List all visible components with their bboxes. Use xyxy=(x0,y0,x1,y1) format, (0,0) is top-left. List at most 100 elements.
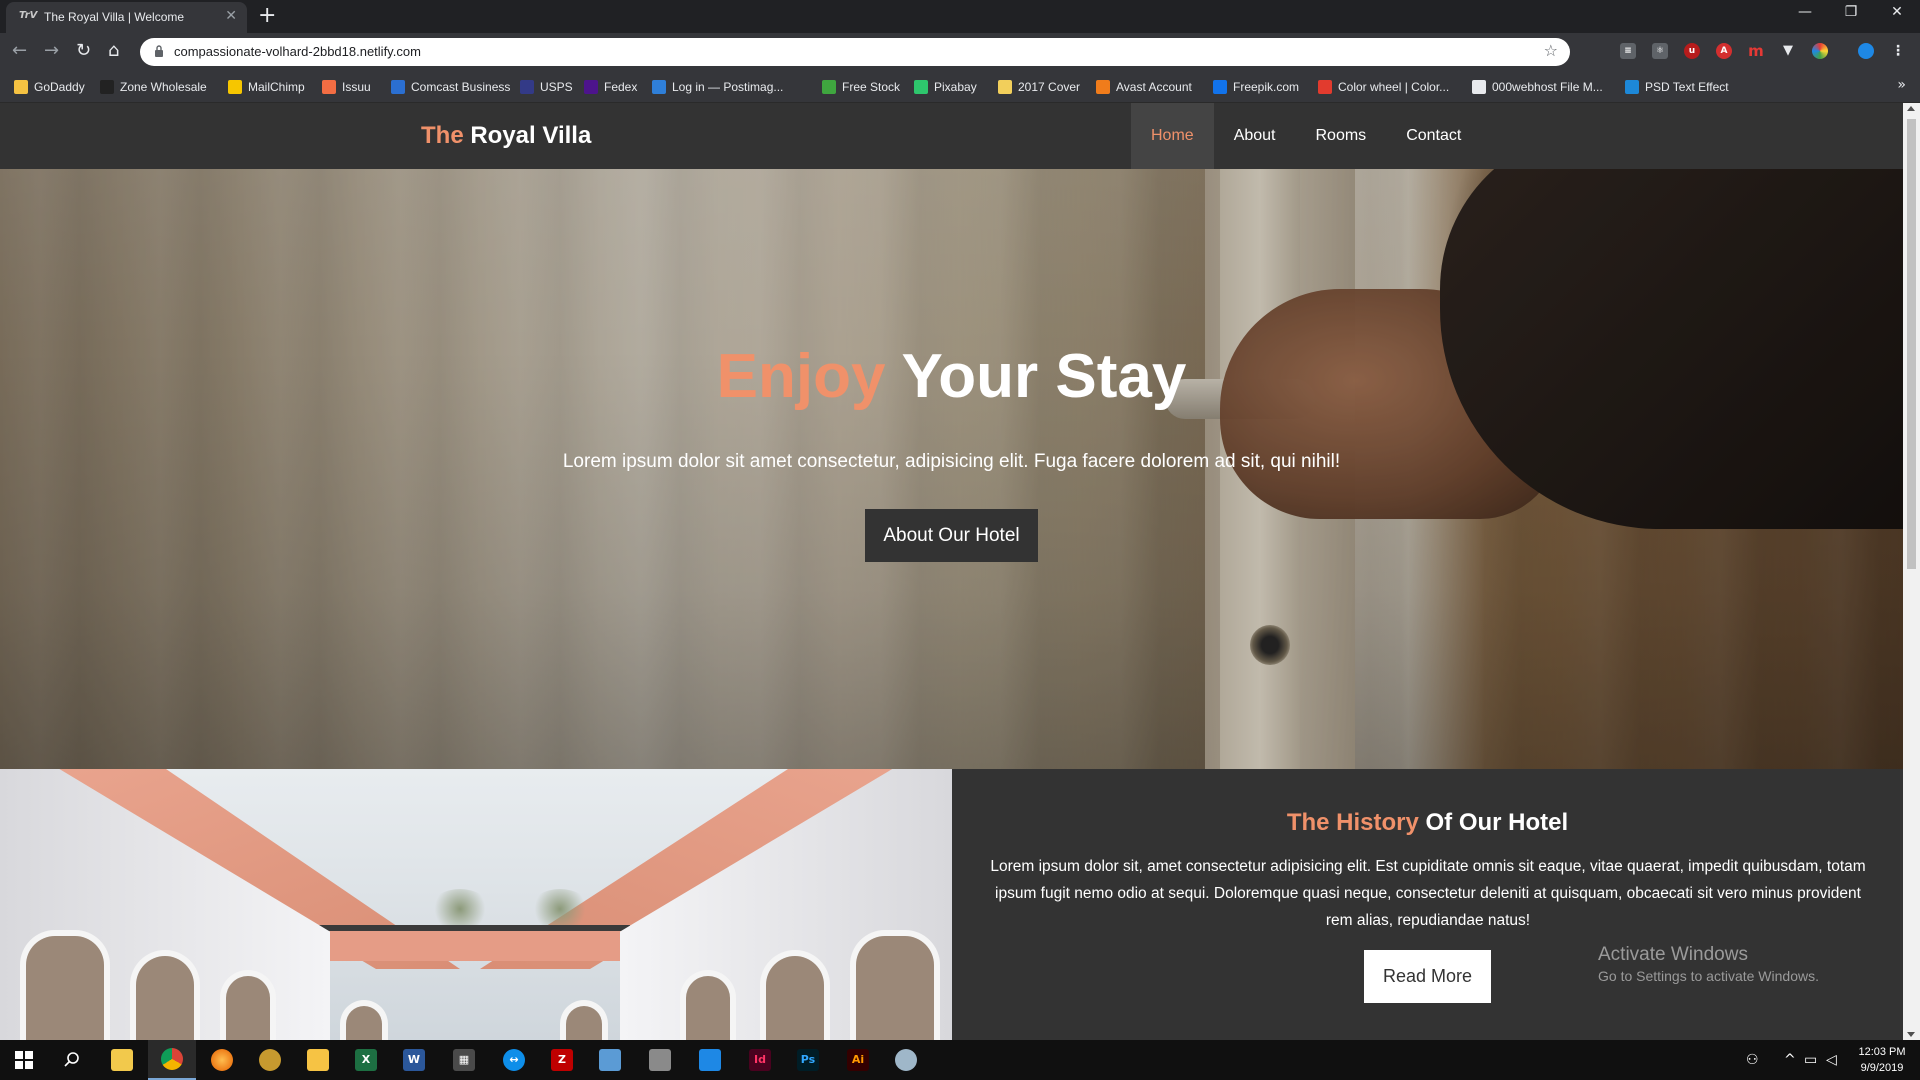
bookmark-label: Zone Wholesale xyxy=(120,80,207,94)
site-brand[interactable]: The Royal Villa xyxy=(421,122,591,150)
comcast-icon xyxy=(391,80,405,94)
hero-section: Enjoy Your Stay Lorem ipsum dolor sit am… xyxy=(0,169,1903,769)
extension-m-icon[interactable]: m xyxy=(1748,43,1764,59)
nav-link-home[interactable]: Home xyxy=(1131,103,1214,169)
bookmark-item[interactable]: Free Stock xyxy=(822,79,900,95)
search-icon[interactable] xyxy=(48,1040,96,1080)
tray-people-icon[interactable]: ⚇ xyxy=(1746,1040,1759,1080)
back-icon[interactable]: ← xyxy=(12,41,27,61)
nav-link-rooms[interactable]: Rooms xyxy=(1296,103,1387,169)
bookmark-label: MailChimp xyxy=(248,80,305,94)
bookmark-item[interactable]: Comcast Business xyxy=(391,79,510,95)
system-clock[interactable]: 12:03 PM 9/9/2019 xyxy=(1850,1044,1914,1076)
profile-avatar-icon[interactable] xyxy=(1858,43,1874,59)
activate-subtitle: Go to Settings to activate Windows. xyxy=(1598,968,1819,984)
issuu-icon xyxy=(322,80,336,94)
history-title-accent: The History xyxy=(1286,809,1419,836)
bookmark-item[interactable]: Color wheel | Color... xyxy=(1318,79,1449,95)
bookmark-item[interactable]: Pixabay xyxy=(914,79,977,95)
menu-kebab-icon[interactable]: ⋮ xyxy=(1890,43,1906,59)
new-tab-icon[interactable]: + xyxy=(258,4,276,28)
forward-icon[interactable]: → xyxy=(44,41,59,61)
nav-link-about[interactable]: About xyxy=(1214,103,1296,169)
scroll-up-icon[interactable] xyxy=(1907,106,1915,111)
bookmark-item[interactable]: Issuu xyxy=(322,79,371,95)
word-icon[interactable]: W xyxy=(390,1040,438,1080)
app-pen-icon[interactable] xyxy=(636,1040,684,1080)
extension-notes-icon[interactable]: ≡ xyxy=(1620,43,1636,59)
app-icon[interactable] xyxy=(246,1040,294,1080)
mailchimp-icon xyxy=(228,80,242,94)
godaddy-icon xyxy=(14,80,28,94)
courtyard-palm xyxy=(430,889,490,929)
tab-close-icon[interactable]: ✕ xyxy=(225,8,237,24)
bookmark-item[interactable]: GoDaddy xyxy=(14,79,85,95)
bookmark-item[interactable]: 2017 Cover xyxy=(998,79,1080,95)
lock-icon xyxy=(155,45,163,57)
nav-link-contact[interactable]: Contact xyxy=(1386,103,1481,169)
photoshop-icon[interactable]: Ps xyxy=(784,1040,832,1080)
bookmark-item[interactable]: USPS xyxy=(520,79,573,95)
adblock-plus-icon[interactable]: A xyxy=(1716,43,1732,59)
close-window-icon[interactable]: ✕ xyxy=(1874,4,1920,20)
bookmark-label: Freepik.com xyxy=(1233,80,1300,94)
courtyard-arch xyxy=(760,950,830,1040)
bookmark-item[interactable]: 000webhost File M... xyxy=(1472,79,1603,95)
bookmark-label: 2017 Cover xyxy=(1018,80,1081,94)
read-more-button[interactable]: Read More xyxy=(1364,950,1491,1003)
home-icon[interactable]: ⌂ xyxy=(108,41,119,61)
pixabay-icon xyxy=(914,80,928,94)
start-button[interactable] xyxy=(0,1040,48,1080)
bookmark-item[interactable]: Freepik.com xyxy=(1213,79,1299,95)
address-bar[interactable]: compassionate-volhard-2bbd18.netlify.com… xyxy=(140,38,1570,66)
more-bookmarks-icon[interactable]: » xyxy=(1897,77,1906,93)
volume-icon[interactable]: ◁ xyxy=(1826,1040,1837,1080)
courtyard-arch xyxy=(340,1000,388,1040)
clock-date: 9/9/2019 xyxy=(1860,1062,1904,1074)
page-scrollbar[interactable] xyxy=(1903,103,1920,1040)
extension-react-icon[interactable]: ⚛ xyxy=(1652,43,1668,59)
about-hotel-button[interactable]: About Our Hotel xyxy=(865,509,1038,562)
bookmark-item[interactable]: PSD Text Effect xyxy=(1625,79,1729,95)
chrome-icon[interactable] xyxy=(148,1040,196,1080)
bookmark-item[interactable]: Avast Account xyxy=(1096,79,1192,95)
scrollbar-thumb[interactable] xyxy=(1907,119,1916,569)
network-icon[interactable]: ▭ xyxy=(1804,1040,1817,1080)
scroll-down-icon[interactable] xyxy=(1907,1032,1915,1037)
file-explorer-icon[interactable] xyxy=(98,1040,146,1080)
excel-icon[interactable]: X xyxy=(342,1040,390,1080)
minimize-icon[interactable]: — xyxy=(1782,4,1828,20)
history-text-panel: The History Of Our Hotel Lorem ipsum dol… xyxy=(952,769,1903,1040)
teamviewer-icon[interactable]: ↔ xyxy=(490,1040,538,1080)
notepad-icon[interactable] xyxy=(586,1040,634,1080)
mail-icon[interactable] xyxy=(686,1040,734,1080)
adobe-color-icon xyxy=(1318,80,1332,94)
filezilla-icon[interactable]: Z xyxy=(538,1040,586,1080)
browser-tab[interactable]: TrV The Royal Villa | Welcome ✕ xyxy=(6,2,247,33)
folder-icon[interactable] xyxy=(294,1040,342,1080)
bookmark-star-icon[interactable]: ☆ xyxy=(1544,41,1558,60)
reload-icon[interactable]: ↻ xyxy=(76,41,91,61)
extension-vue-icon[interactable]: ▼ xyxy=(1780,43,1796,59)
hero-title: Enjoy Your Stay xyxy=(0,341,1903,412)
tray-chevron-icon[interactable]: ^ xyxy=(1784,1040,1796,1080)
firefox-icon[interactable] xyxy=(198,1040,246,1080)
bookmark-item[interactable]: Fedex xyxy=(584,79,637,95)
app-paint-icon[interactable] xyxy=(882,1040,930,1080)
color-picker-icon[interactable] xyxy=(1812,43,1828,59)
courtyard-arch xyxy=(220,970,276,1040)
bookmark-label: Issuu xyxy=(342,80,371,94)
bookmarks-bar: » GoDaddy Zone Wholesale MailChimp Issuu Com… xyxy=(0,71,1920,103)
bookmark-item[interactable]: Log in — Postimag... xyxy=(652,79,783,95)
illustrator-icon[interactable]: Ai xyxy=(834,1040,882,1080)
calculator-icon[interactable]: ▦ xyxy=(440,1040,488,1080)
bookmark-item[interactable]: MailChimp xyxy=(228,79,305,95)
bookmark-label: Color wheel | Color... xyxy=(1338,80,1450,94)
ublock-icon[interactable]: u xyxy=(1684,43,1700,59)
bookmark-item[interactable]: Zone Wholesale xyxy=(100,79,207,95)
courtyard-far-wall xyxy=(310,925,630,961)
bookmark-label: Fedex xyxy=(604,80,638,94)
indesign-icon[interactable]: Id xyxy=(736,1040,784,1080)
restore-icon[interactable]: ❐ xyxy=(1828,4,1874,20)
freepik-icon xyxy=(1213,80,1227,94)
